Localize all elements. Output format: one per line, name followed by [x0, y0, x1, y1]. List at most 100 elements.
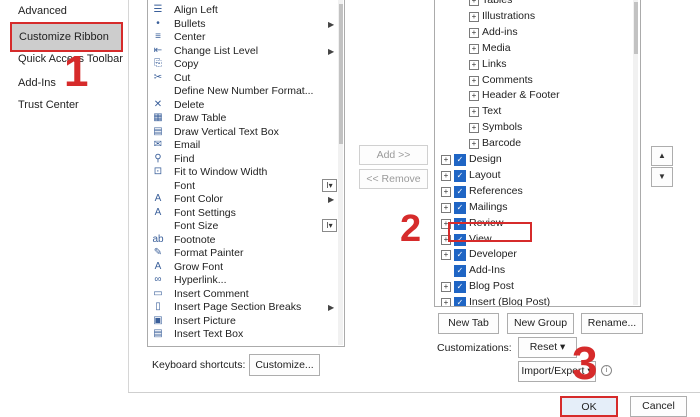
checkbox-checked-icon[interactable]: ✓ [454, 297, 466, 306]
command-label: Bullets [174, 17, 206, 30]
command-item[interactable]: ▯ Insert Page Section Breaks ▶ [148, 301, 344, 314]
commands-scroll-thumb[interactable] [339, 4, 343, 144]
command-item[interactable]: ⎘ Copy [148, 58, 344, 71]
command-item[interactable]: ✎ Format Painter [148, 247, 344, 260]
ribbon-tree-item[interactable]: + Links [435, 58, 635, 71]
new-tab-button[interactable]: New Tab [438, 313, 499, 334]
new-group-button[interactable]: New Group [507, 313, 574, 334]
ribbon-tree-item[interactable]: + Barcode [435, 137, 635, 150]
expand-icon[interactable]: + [469, 11, 479, 22]
ok-button[interactable]: OK [560, 396, 618, 417]
ribbon-tree-label: Comments [482, 73, 533, 86]
ribbon-tree-item[interactable]: + ✓ References [435, 185, 635, 198]
command-item[interactable]: ✉ Email [148, 139, 344, 152]
command-item[interactable]: ✂ Cut [148, 72, 344, 85]
customize-shortcuts-button[interactable]: Customize... [249, 354, 320, 376]
expand-icon[interactable]: + [441, 202, 451, 213]
command-item[interactable]: ∞ Hyperlink... [148, 274, 344, 287]
nav-item-add-ins[interactable]: Add-Ins [18, 77, 56, 89]
ribbon-tree-item[interactable]: + ✓ Design [435, 153, 635, 166]
expand-icon[interactable]: + [469, 0, 479, 6]
reset-dropdown[interactable]: Reset ▾ [518, 337, 577, 358]
expand-icon[interactable]: + [469, 139, 479, 150]
ribbon-tree-item[interactable]: + ✓ Layout [435, 169, 635, 182]
ribbon-tree-item[interactable]: + ✓ Blog Post [435, 280, 635, 294]
grow-font-icon: A [154, 260, 162, 272]
ribbon-tree-item[interactable]: + Symbols [435, 121, 635, 134]
checkbox-checked-icon[interactable]: ✓ [454, 154, 466, 166]
command-item[interactable]: Font I▾ [148, 178, 344, 193]
expand-icon[interactable]: + [469, 107, 479, 118]
nav-item-trust-center[interactable]: Trust Center [18, 99, 79, 111]
expand-icon[interactable]: + [469, 43, 479, 54]
command-item[interactable]: ≡ Center [148, 31, 344, 44]
remove-button[interactable]: << Remove [359, 169, 428, 189]
expand-icon[interactable]: + [441, 282, 451, 293]
expand-icon[interactable]: + [469, 123, 479, 134]
ribbon-tree-item[interactable]: + Tables [435, 0, 635, 7]
checkbox-checked-icon[interactable]: ✓ [454, 281, 466, 294]
ribbon-tree-item[interactable]: + ✓ Insert (Blog Post) [435, 296, 635, 306]
expand-icon[interactable]: + [469, 59, 479, 70]
command-item[interactable]: ☰ Align Left [148, 4, 344, 17]
cancel-button[interactable]: Cancel [630, 396, 687, 417]
ribbon-tree-item[interactable]: + Comments [435, 74, 635, 87]
expand-icon[interactable]: + [441, 186, 451, 197]
commands-list[interactable]: ☰ Align Left • Bullets ▶ ≡ Center ⇤ Change List … [147, 0, 345, 347]
nav-item-advanced[interactable]: Advanced [18, 5, 67, 17]
ribbon-tree-label: Media [482, 41, 511, 54]
checkbox-checked-icon[interactable]: ✓ [454, 201, 466, 214]
move-down-button[interactable]: ▼ [651, 167, 673, 187]
ribbon-tabs-tree[interactable]: + Tables + Illustrations + Add-ins + Media + Link… [434, 0, 641, 307]
expand-icon[interactable]: + [441, 250, 451, 261]
rename-button[interactable]: Rename... [581, 313, 643, 334]
command-label: Hyperlink... [174, 274, 227, 286]
ribbon-tree-item[interactable]: + ✓ Mailings [435, 201, 635, 214]
expand-icon[interactable]: + [441, 298, 451, 306]
command-item[interactable]: ▤ Insert Text Box [148, 328, 344, 341]
command-item[interactable]: ab Footnote [148, 234, 344, 247]
command-item[interactable]: ⇤ Change List Level ▶ [148, 45, 344, 58]
ribbon-tree-item[interactable]: + ✓ Developer [435, 248, 635, 262]
expand-icon[interactable]: + [469, 91, 479, 102]
add-button[interactable]: Add >> [359, 145, 428, 165]
move-up-button[interactable]: ▲ [651, 146, 673, 166]
ribbon-tree-item[interactable]: + Media [435, 42, 635, 55]
submenu-arrow-icon: ▶ [328, 46, 335, 56]
ribbon-tree-item[interactable]: + Illustrations [435, 10, 635, 23]
checkbox-checked-icon[interactable]: ✓ [454, 265, 466, 278]
checkbox-checked-icon[interactable]: ✓ [454, 169, 466, 182]
command-label: Grow Font [174, 260, 224, 273]
combo-box-icon: I▾ [322, 219, 337, 232]
expand-icon[interactable]: + [469, 75, 479, 86]
ribbon-tree-item[interactable]: + Add-ins [435, 26, 635, 39]
text-box-icon: ▤ [153, 328, 163, 339]
checkbox-checked-icon[interactable]: ✓ [454, 249, 466, 262]
command-label: Font Color [174, 193, 224, 205]
command-item[interactable]: ▦ Draw Table [148, 112, 344, 125]
checkbox-checked-icon[interactable]: ✓ [454, 185, 466, 198]
command-label: Format Painter [174, 247, 244, 259]
command-item[interactable]: A Font Settings [148, 207, 344, 220]
ribbon-tree-item[interactable]: + Text [435, 105, 635, 118]
command-item[interactable]: A Font Color ▶ [148, 193, 344, 206]
command-item[interactable]: Font Size I▾ [148, 219, 344, 233]
expand-icon[interactable]: + [469, 27, 479, 38]
fit-window-icon: ⊡ [153, 166, 163, 177]
ribbon-tree-label: References [469, 184, 523, 197]
command-item[interactable]: ▣ Insert Picture [148, 315, 344, 328]
ribbon-tree-item[interactable]: ✓ Add-Ins [435, 264, 635, 278]
expand-icon[interactable]: + [441, 170, 451, 181]
command-item[interactable]: ⊡ Fit to Window Width [148, 166, 344, 179]
command-item[interactable]: ▤ Draw Vertical Text Box [148, 126, 344, 139]
command-item[interactable]: ⚲ Find [148, 153, 344, 166]
command-item[interactable]: Define New Number Format... [148, 85, 344, 98]
command-item[interactable]: • Bullets ▶ [148, 18, 344, 31]
font-color-icon: A [154, 193, 162, 204]
ribbon-tree-item[interactable]: + Header & Footer [435, 89, 635, 102]
command-item[interactable]: ✕ Delete [148, 99, 344, 112]
command-item[interactable]: ▭ Insert Comment [148, 288, 344, 301]
command-item[interactable]: A Grow Font [148, 261, 344, 274]
ribbon-tree-scroll-thumb[interactable] [634, 2, 638, 54]
expand-icon[interactable]: + [441, 155, 451, 165]
